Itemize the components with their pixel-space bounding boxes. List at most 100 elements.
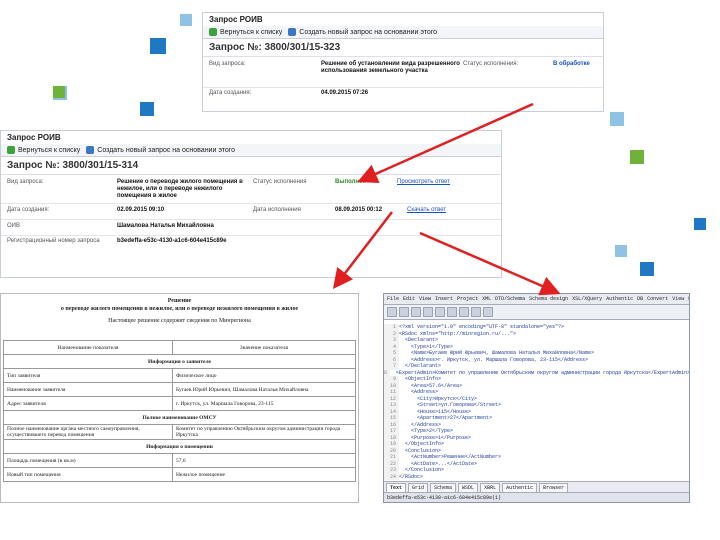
menu-item[interactable]: Edit: [403, 296, 415, 302]
line-number: 24: [384, 473, 399, 480]
menu-item[interactable]: XML: [482, 296, 491, 302]
table-header: Наименование показателя Значение показате…: [3, 340, 357, 355]
undo-icon[interactable]: [447, 307, 457, 317]
menu-item[interactable]: Authentic: [606, 296, 633, 302]
table-section: Информация о помещении: [3, 439, 356, 454]
table-row: Полное наименование органа местного само…: [3, 424, 357, 440]
card-toolbar: Вернуться к списку Создать новый запрос …: [203, 26, 603, 39]
decor-square: [630, 150, 644, 164]
menu-item[interactable]: View: [672, 296, 684, 302]
table-row: Новый тип помещения Нежилое помещение: [3, 467, 357, 482]
type-label: Вид запроса:: [209, 61, 246, 67]
request-number: Запрос №: 3800/301/15-323: [203, 39, 603, 57]
xml-editor-window: File Edit View Insert Project XML DTD/Schema Sc…: [383, 293, 690, 503]
menu-item[interactable]: DB: [637, 296, 643, 302]
new-document-icon: [288, 28, 297, 36]
decor-square: [53, 86, 65, 98]
decor-square: [180, 14, 192, 26]
status-label: Статус исполнения: [253, 179, 307, 185]
back-to-list-button[interactable]: Вернуться к списку: [209, 28, 282, 36]
menu-item[interactable]: DTD/Schema: [495, 296, 525, 302]
validate-icon[interactable]: [483, 307, 493, 317]
file-tab[interactable]: b3edeffa-e53c-4130-a1c6-604e415c89e(1): [384, 492, 689, 502]
table-row: Тип заявителя Физическое лицо: [3, 368, 357, 383]
cut-icon[interactable]: [411, 307, 421, 317]
request-card-323: Запрос РОИВ Вернуться к списку Создать н…: [202, 12, 604, 112]
tab-xbrl[interactable]: XBRL: [480, 482, 501, 493]
copy-icon[interactable]: [423, 307, 433, 317]
open-icon[interactable]: [387, 307, 397, 317]
reg-number-label: Регистрационный номер запроса: [7, 238, 100, 244]
create-new-request-button[interactable]: Создать новый запрос на основании этого: [86, 146, 235, 154]
doc-note: Настоящее решение содержит сведения по М…: [108, 318, 251, 324]
tab-wsdl[interactable]: WSDL: [458, 482, 479, 493]
card-toolbar: Вернуться к списку Создать новый запрос …: [1, 144, 501, 157]
new-document-icon: [86, 146, 95, 154]
oiv-value: Шамалова Наталья Михайловна: [117, 223, 214, 229]
decor-square: [140, 102, 154, 116]
table-row: Площадь помещения (в кв.м) 57,6: [3, 453, 357, 468]
reg-number-value: b3edeffa-e53c-4130-a1c6-604e415c89e: [117, 238, 227, 244]
request-details: Вид запроса: Решение о переводе жилого п…: [1, 175, 501, 271]
decor-square: [694, 218, 706, 230]
type-value: Решение об установлении вида разрешенног…: [321, 61, 460, 74]
type-label: Вид запроса:: [7, 179, 44, 185]
menu-item[interactable]: Convert: [647, 296, 668, 302]
doc-heading: Решение: [167, 298, 192, 304]
table-row: Наименование заявителя Бугаев Юрий Юрьеви…: [3, 382, 357, 397]
menu-bar: File Edit View Insert Project XML DTD/Schema Sc…: [384, 294, 689, 305]
card-title: Запрос РОИВ: [209, 15, 263, 24]
download-answer-link[interactable]: Скачать ответ: [407, 207, 477, 214]
decor-square: [150, 38, 166, 54]
code-line: 24 </RSdoc>: [384, 473, 689, 480]
back-to-list-button[interactable]: Вернуться к списку: [7, 146, 80, 154]
redo-icon[interactable]: [459, 307, 469, 317]
created-value: 04.09.2015 07:26: [321, 90, 369, 96]
table-section: Полное наименование ОМСУ: [3, 410, 356, 425]
paste-icon[interactable]: [435, 307, 445, 317]
xml-text-area[interactable]: 1 <?xml version="1.0" encoding="UTF-8" st…: [384, 324, 689, 480]
menu-item[interactable]: Project: [457, 296, 478, 302]
code-text: </RSdoc>: [399, 473, 424, 480]
exec-label: Дата исполнения: [253, 207, 301, 213]
view-answer-link[interactable]: Просмотреть ответ: [397, 179, 467, 186]
menu-item[interactable]: Schema design: [529, 296, 568, 302]
toolbar: [384, 305, 689, 320]
request-card-314: Запрос РОИВ Вернуться к списку Создать н…: [0, 130, 502, 278]
tab-browser[interactable]: Browser: [539, 482, 569, 493]
status-value: Выполнен: [335, 179, 366, 185]
table-section: Информация о заявителе: [3, 354, 356, 369]
request-number: Запрос №: 3800/301/15-314: [1, 157, 501, 175]
back-arrow-icon: [7, 146, 15, 154]
back-arrow-icon: [209, 28, 217, 36]
exec-value: 08.09.2015 00:12: [335, 207, 383, 213]
create-new-request-button[interactable]: Создать новый запрос на основании этого: [288, 28, 437, 36]
menu-item[interactable]: File: [387, 296, 399, 302]
type-value: Решение о переводе жилого помещения в не…: [117, 179, 243, 199]
created-value: 02.09.2015 09:10: [117, 207, 165, 213]
menu-item[interactable]: View: [419, 296, 431, 302]
find-icon[interactable]: [471, 307, 481, 317]
request-details: Вид запроса: Решение об установлении вид…: [203, 57, 603, 107]
decor-square: [640, 262, 654, 276]
created-label: Дата создания:: [7, 207, 50, 213]
tab-grid[interactable]: Grid: [408, 482, 429, 493]
status-label: Статус исполнения:: [463, 61, 519, 67]
save-icon[interactable]: [399, 307, 409, 317]
menu-item[interactable]: Insert: [435, 296, 453, 302]
card-title: Запрос РОИВ: [7, 133, 61, 142]
decor-square: [610, 112, 624, 126]
tab-authentic[interactable]: Authentic: [502, 482, 538, 493]
decision-document: Решение о переводе жилого помещения в не…: [0, 293, 359, 503]
divider: [203, 87, 603, 88]
tab-text[interactable]: Text: [386, 482, 407, 493]
table-row: Адрес заявителя г. Иркутск, ул. Маршала Г…: [3, 396, 357, 411]
divider: [1, 235, 501, 236]
doc-table: Наименование показателя Значение показате…: [3, 340, 357, 482]
tab-schema[interactable]: Schema: [430, 482, 457, 493]
menu-item[interactable]: Browser: [688, 296, 689, 302]
divider: [1, 219, 501, 220]
menu-item[interactable]: XSL/XQuery: [572, 296, 602, 302]
created-label: Дата создания:: [209, 90, 252, 96]
status-value: В обработке: [553, 61, 590, 67]
